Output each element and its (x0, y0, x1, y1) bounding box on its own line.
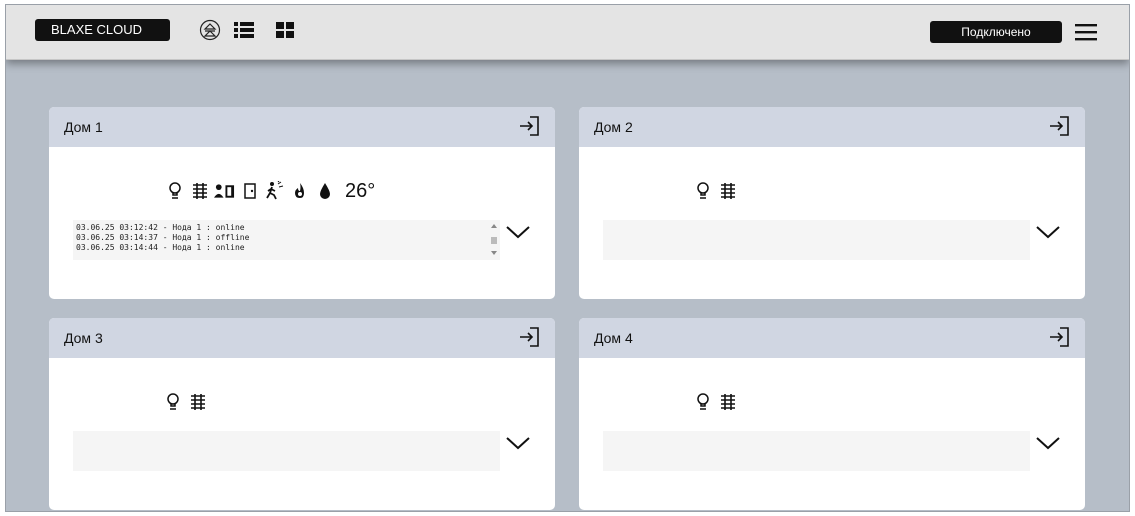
sensor-icons (162, 388, 212, 416)
app-frame: BLAXE CLOUD Подключено Дом 1 26° 03.06.2… (5, 4, 1130, 512)
event-log[interactable] (73, 431, 500, 471)
event-log[interactable] (603, 431, 1030, 471)
card-header: Дом 3 (49, 318, 555, 358)
house-card-2: Дом 2 (579, 107, 1085, 299)
presence-icon[interactable] (214, 181, 235, 201)
log-line: 03.06.25 03:14:37 - Нода 1 : offline (76, 233, 250, 242)
connection-status-badge: Подключено (930, 21, 1062, 43)
house-card-4: Дом 4 (579, 318, 1085, 510)
event-log[interactable] (603, 220, 1030, 260)
temperature-readout: 26° (345, 179, 376, 202)
card-header: Дом 2 (579, 107, 1085, 147)
card-header: Дом 4 (579, 318, 1085, 358)
chevron-down-icon[interactable] (505, 435, 531, 451)
lightbulb-icon[interactable] (692, 181, 713, 201)
chevron-down-icon[interactable] (1035, 224, 1061, 240)
card-title: Дом 1 (64, 119, 103, 135)
card-title: Дом 4 (594, 330, 633, 346)
eject-circle-icon[interactable] (199, 19, 221, 41)
event-log[interactable]: 03.06.25 03:12:42 - Нода 1 : online 03.0… (73, 220, 500, 260)
radiator-icon[interactable] (187, 392, 208, 412)
card-header: Дом 1 (49, 107, 555, 147)
radiator-icon[interactable] (189, 181, 210, 201)
top-bar: BLAXE CLOUD Подключено (6, 5, 1129, 60)
log-line: 03.06.25 03:12:42 - Нода 1 : online (76, 223, 245, 232)
login-icon[interactable] (517, 325, 541, 349)
sensor-icons: 26° (164, 177, 375, 205)
water-drop-icon[interactable] (314, 181, 335, 201)
login-icon[interactable] (1047, 114, 1071, 138)
chevron-down-icon[interactable] (505, 224, 531, 240)
log-scrollbar[interactable] (488, 220, 500, 260)
radiator-icon[interactable] (717, 392, 738, 412)
lightbulb-icon[interactable] (162, 392, 183, 412)
house-card-1: Дом 1 26° 03.06.25 03:12:42 - Нода 1: o… (49, 107, 555, 299)
lightbulb-icon[interactable] (164, 181, 185, 201)
brand-logo[interactable]: BLAXE CLOUD (35, 19, 170, 41)
list-view-icon[interactable] (233, 19, 255, 41)
motion-icon[interactable] (264, 181, 285, 201)
card-title: Дом 3 (64, 330, 103, 346)
chevron-down-icon[interactable] (1035, 435, 1061, 451)
lightbulb-icon[interactable] (692, 392, 713, 412)
hamburger-menu-icon[interactable] (1075, 23, 1097, 41)
sensor-icons (692, 388, 742, 416)
door-icon[interactable] (239, 181, 260, 201)
sensor-icons (692, 177, 742, 205)
fire-icon[interactable] (289, 181, 310, 201)
card-title: Дом 2 (594, 119, 633, 135)
log-line: 03.06.25 03:14:44 - Нода 1 : online (76, 243, 245, 252)
radiator-icon[interactable] (717, 181, 738, 201)
login-icon[interactable] (517, 114, 541, 138)
login-icon[interactable] (1047, 325, 1071, 349)
house-card-3: Дом 3 (49, 318, 555, 510)
grid-view-icon[interactable] (274, 19, 296, 41)
